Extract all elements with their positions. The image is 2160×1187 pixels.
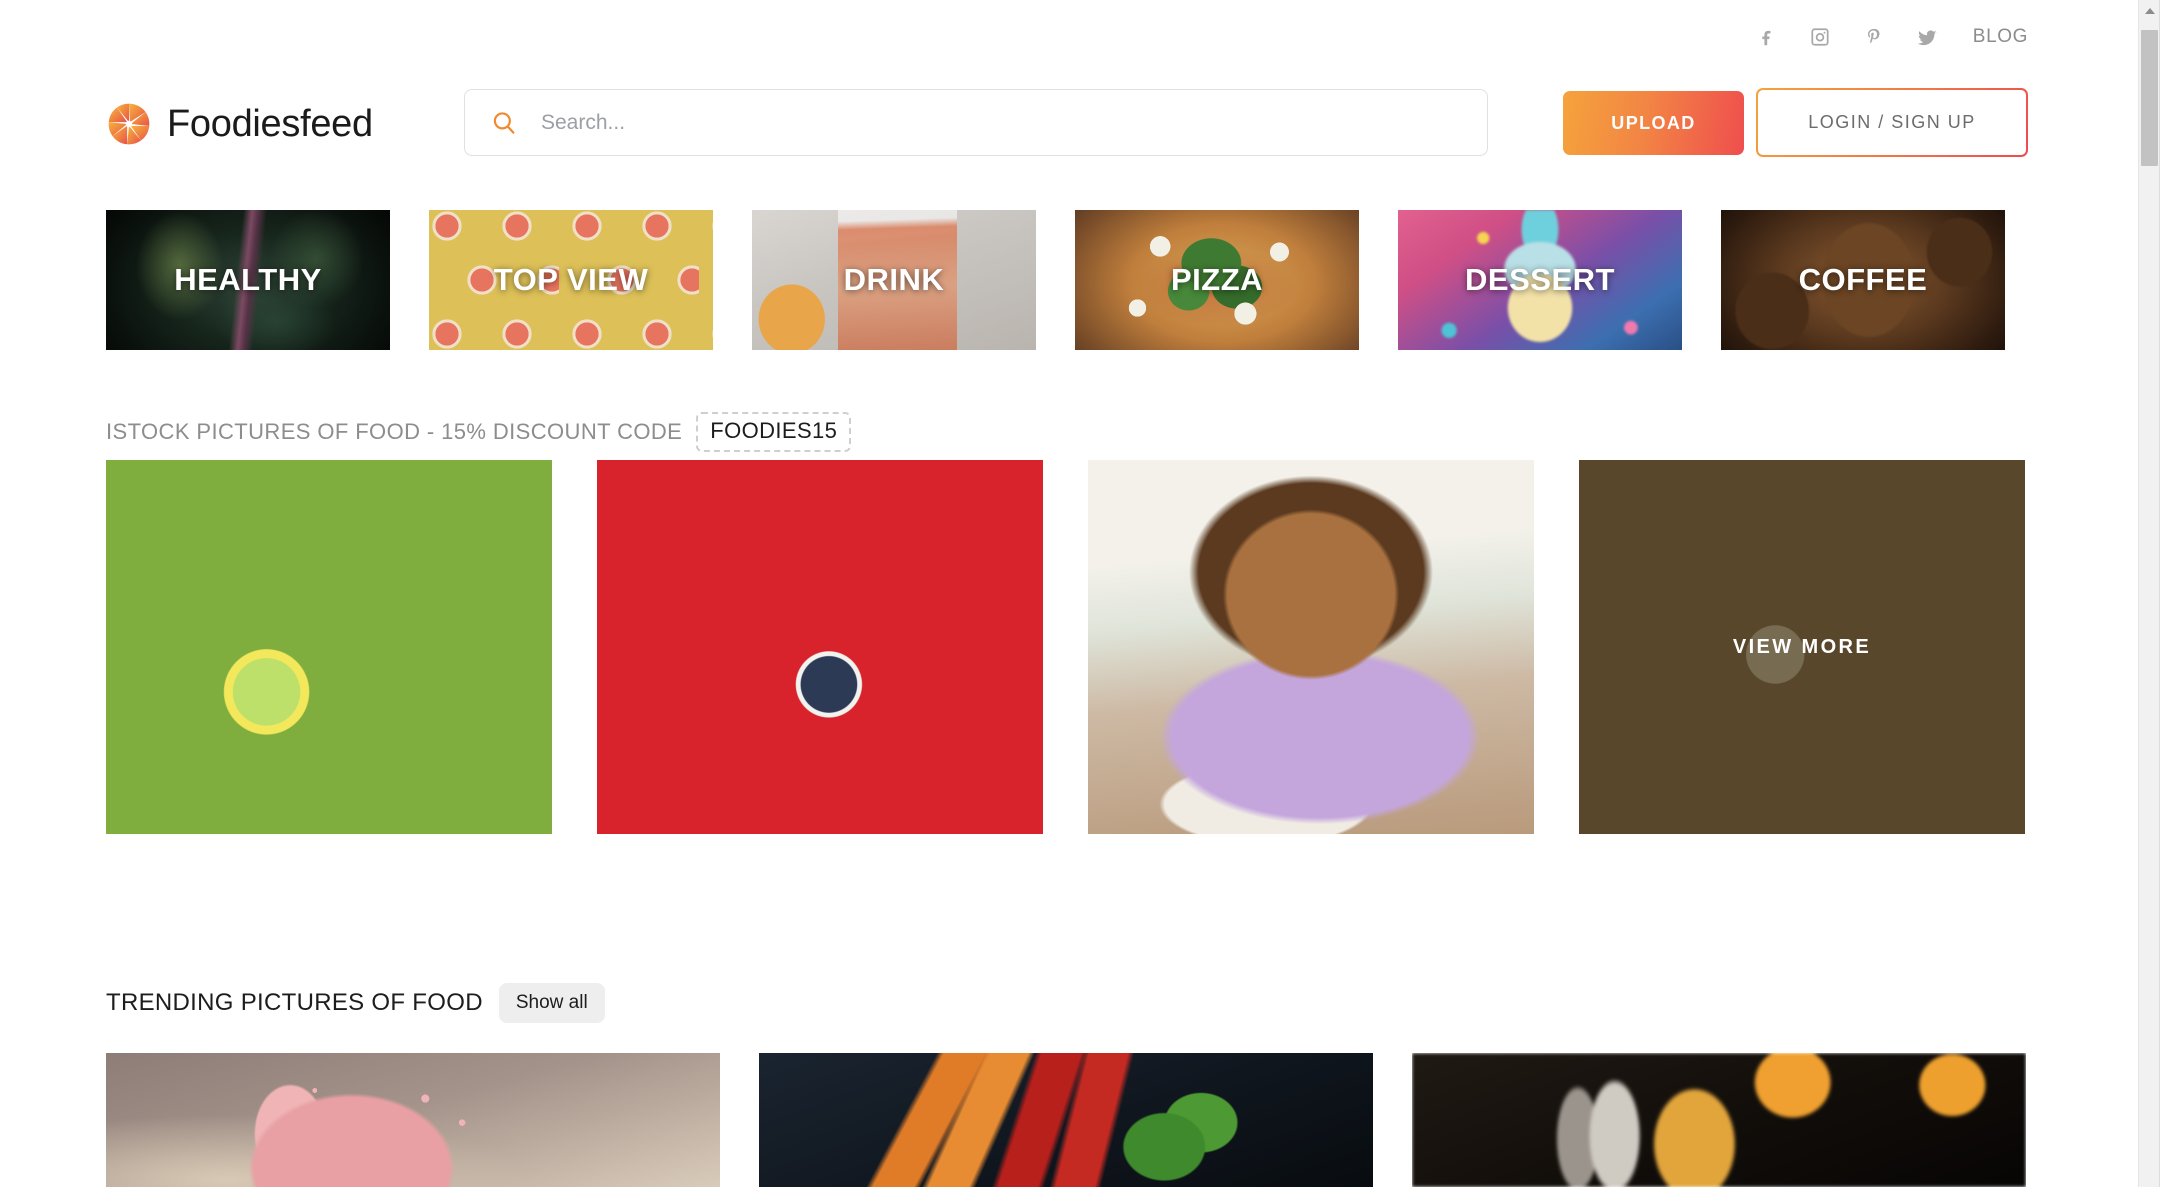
promo-card[interactable]: [597, 460, 1043, 834]
scrollbar-thumb[interactable]: [2141, 30, 2158, 166]
search-input[interactable]: [541, 110, 1465, 135]
pinterest-icon[interactable]: [1859, 22, 1889, 52]
promo-header: ISTOCK PICTURES OF FOOD - 15% DISCOUNT C…: [106, 412, 852, 452]
scroll-up-arrow-icon[interactable]: [2139, 0, 2160, 22]
category-tile-top-view[interactable]: TOP VIEW: [429, 210, 713, 350]
promo-discount-code[interactable]: FOODIES15: [696, 412, 852, 452]
category-tiles: HEALTHY TOP VIEW DRINK PIZZA DESSERT COF…: [106, 210, 2028, 350]
category-tile-drink[interactable]: DRINK: [752, 210, 1036, 350]
category-label: DRINK: [843, 262, 945, 297]
trending-card[interactable]: [759, 1053, 1373, 1187]
browser-viewport: BLOG Foodiesfeed Search... UPLOAD LOGIN …: [0, 0, 2138, 1187]
category-label: TOP VIEW: [493, 262, 649, 297]
category-tile-healthy[interactable]: HEALTHY: [106, 210, 390, 350]
trending-header: TRENDING PICTURES OF FOOD Show all: [106, 983, 605, 1023]
facebook-icon[interactable]: [1751, 22, 1781, 52]
vertical-scrollbar[interactable]: [2138, 0, 2160, 1187]
brand-logo[interactable]: Foodiesfeed: [106, 101, 406, 147]
trending-title: TRENDING PICTURES OF FOOD: [106, 989, 483, 1016]
promo-image: [1088, 460, 1534, 834]
category-tile-dessert[interactable]: DESSERT: [1398, 210, 1682, 350]
twitter-icon[interactable]: [1913, 22, 1943, 52]
promo-title: ISTOCK PICTURES OF FOOD - 15% DISCOUNT C…: [106, 419, 683, 444]
view-more-label: VIEW MORE: [1732, 635, 1872, 658]
trending-image: [1412, 1053, 2026, 1187]
category-tile-pizza[interactable]: PIZZA: [1075, 210, 1359, 350]
page-root: BLOG Foodiesfeed Search... UPLOAD LOGIN …: [0, 0, 2160, 1187]
promo-view-more-card[interactable]: VIEW MORE: [1579, 460, 2025, 834]
blog-link[interactable]: BLOG: [1973, 26, 2028, 48]
category-label: COFFEE: [1798, 262, 1928, 297]
brand-name: Foodiesfeed: [167, 102, 373, 145]
promo-card[interactable]: [1088, 460, 1534, 834]
utility-bar: BLOG: [1751, 22, 2028, 52]
aperture-icon: [108, 103, 150, 145]
show-all-button[interactable]: Show all: [498, 983, 605, 1023]
trending-gallery: [106, 1053, 2028, 1187]
category-tile-coffee[interactable]: COFFEE: [1721, 210, 2005, 350]
category-label: DESSERT: [1465, 262, 1615, 297]
trending-image: [759, 1053, 1373, 1187]
trending-image: [106, 1053, 720, 1187]
promo-card[interactable]: [106, 460, 552, 834]
promo-gallery: VIEW MORE: [106, 460, 2028, 834]
site-header: Foodiesfeed UPLOAD LOGIN / SIGN UP: [106, 88, 2028, 160]
upload-button[interactable]: UPLOAD: [1563, 91, 1744, 155]
trending-card[interactable]: [1412, 1053, 2026, 1187]
instagram-icon[interactable]: [1805, 22, 1835, 52]
login-signup-button[interactable]: LOGIN / SIGN UP: [1756, 88, 2028, 157]
promo-image: [106, 460, 552, 834]
search-icon: [487, 106, 521, 140]
category-label: HEALTHY: [174, 262, 322, 297]
promo-image: [597, 460, 1043, 834]
search-box[interactable]: [464, 89, 1488, 156]
trending-card[interactable]: [106, 1053, 720, 1187]
category-label: PIZZA: [1170, 262, 1264, 297]
